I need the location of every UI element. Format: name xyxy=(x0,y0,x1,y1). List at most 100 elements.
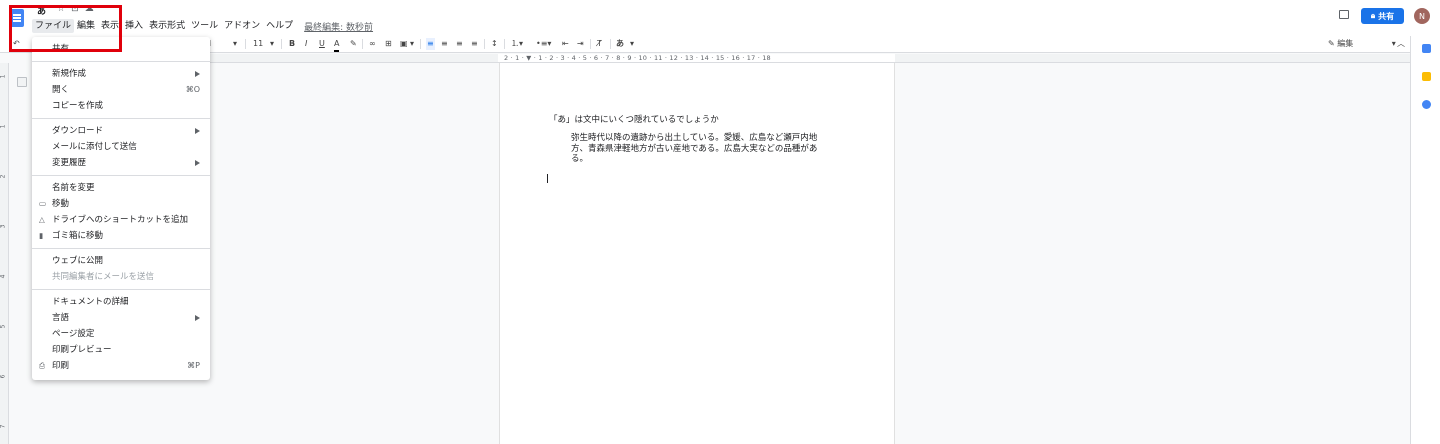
menu-divider xyxy=(32,289,210,290)
share-button[interactable]: 🔒︎ 共有 xyxy=(1361,8,1404,24)
file-menu-item-rename[interactable]: 名前を変更 xyxy=(32,181,210,195)
italic-button[interactable]: I xyxy=(305,38,307,50)
vertical-ruler[interactable]: 1 1 2 3 4 5 6 7 xyxy=(0,63,9,444)
chevron-down-icon[interactable]: ▾ xyxy=(410,38,414,50)
text-color-button[interactable]: A xyxy=(334,38,340,52)
share-label: 共有 xyxy=(1378,11,1395,21)
toolbar-divider xyxy=(281,39,282,49)
font-size-dropdown[interactable]: 11 xyxy=(253,38,263,50)
align-left-icon[interactable]: ≡ xyxy=(426,38,435,50)
drive-shortcut-icon: △ xyxy=(39,215,45,224)
line-spacing-icon[interactable]: ↕ xyxy=(491,38,498,50)
text-cursor xyxy=(547,174,548,183)
input-tools-button[interactable]: あ xyxy=(616,38,624,50)
submenu-arrow-icon xyxy=(195,71,200,77)
toolbar-divider xyxy=(504,39,505,49)
cloud-status-icon[interactable]: ☁ xyxy=(85,4,94,14)
menu-file[interactable]: ファイル xyxy=(32,19,75,33)
menu-tools[interactable]: ツール xyxy=(188,19,221,33)
document-heading[interactable]: 「あ」は文中にいくつ隠れているでしょうか xyxy=(549,113,719,125)
numbered-list-icon[interactable]: ⒈▾ xyxy=(511,38,523,50)
underline-button[interactable]: U xyxy=(319,38,325,50)
align-justify-icon[interactable]: ≡ xyxy=(471,38,478,50)
menu-addons[interactable]: アドオン xyxy=(221,19,263,33)
clear-formatting-icon[interactable]: T̸ xyxy=(597,38,602,50)
increase-indent-icon[interactable]: ⇥ xyxy=(577,38,584,50)
file-menu-item-add-shortcut[interactable]: △ ドライブへのショートカットを追加 xyxy=(32,213,210,227)
file-menu-item-open[interactable]: 開く ⌘O xyxy=(32,83,210,97)
horizontal-ruler[interactable]: 2 · 1 · ▼ · 1 · 2 · 3 · 4 · 5 · 6 · 7 · … xyxy=(210,54,1410,63)
menu-edit[interactable]: 編集 xyxy=(74,19,98,33)
menu-divider xyxy=(32,61,210,62)
submenu-arrow-icon xyxy=(195,315,200,321)
align-center-icon[interactable]: ≡ xyxy=(441,38,448,50)
menu-format[interactable]: 表示形式 xyxy=(146,19,188,33)
menu-bar: ファイル 編集 表示 挿入 表示形式 ツール アドオン ヘルプ 最終編集: 数秒… xyxy=(32,19,373,33)
trash-icon: ▮ xyxy=(39,231,44,240)
menu-divider xyxy=(32,118,210,119)
pencil-icon: ✎ xyxy=(1328,39,1335,48)
file-menu-dropdown: 共有 新規作成 開く ⌘O コピーを作成 ダウンロード メールに添付して送信 変更… xyxy=(32,37,210,380)
toolbar: ↶ al ▾ 11 ▾ B I U A ✎ ∞ ⊞ ▣ ▾ ≡ ≡ ≡ ≡ ↕ … xyxy=(0,36,1410,53)
file-menu-item-document-details[interactable]: ドキュメントの詳細 xyxy=(32,295,210,309)
file-menu-item-language[interactable]: 言語 xyxy=(32,311,210,325)
chevron-down-icon[interactable]: ▾ xyxy=(233,38,237,50)
menu-divider xyxy=(32,248,210,249)
document-title[interactable]: あ xyxy=(37,4,46,17)
collapse-menus-icon[interactable]: ︿ xyxy=(1397,38,1405,50)
menu-view[interactable]: 表示 xyxy=(98,19,122,33)
toolbar-divider xyxy=(610,39,611,49)
toolbar-divider xyxy=(420,39,421,49)
title-bar: あ ☆ ⊡ ☁ ファイル 編集 表示 挿入 表示形式 ツール アドオン ヘルプ … xyxy=(0,0,1440,36)
file-menu-item-publish-web[interactable]: ウェブに公開 xyxy=(32,254,210,268)
chevron-down-icon[interactable]: ▾ xyxy=(630,38,634,50)
move-folder-icon[interactable]: ⊡ xyxy=(71,4,79,14)
star-icon[interactable]: ☆ xyxy=(57,4,65,14)
highlight-pen-icon[interactable]: ✎ xyxy=(350,38,357,50)
align-right-icon[interactable]: ≡ xyxy=(456,38,463,50)
file-menu-item-version-history[interactable]: 変更履歴 xyxy=(32,156,210,170)
file-menu-item-move[interactable]: ▭ 移動 xyxy=(32,197,210,211)
tasks-icon[interactable] xyxy=(1422,100,1431,109)
bulleted-list-icon[interactable]: •≡▾ xyxy=(536,38,551,50)
file-menu-item-email-attachment[interactable]: メールに添付して送信 xyxy=(32,140,210,154)
file-menu-item-trash[interactable]: ▮ ゴミ箱に移動 xyxy=(32,229,210,243)
title-icons: ☆ ⊡ ☁ xyxy=(57,4,94,14)
document-paragraph[interactable]: 弥生時代以降の遺跡から出土している。愛媛、広島など瀬戸内地方、青森県津軽地方が古… xyxy=(571,133,833,165)
submenu-arrow-icon xyxy=(195,160,200,166)
chevron-down-icon[interactable]: ▾ xyxy=(270,38,274,50)
add-comment-icon[interactable]: ⊞ xyxy=(385,38,392,50)
decrease-indent-icon[interactable]: ⇤ xyxy=(562,38,569,50)
file-menu-item-print[interactable]: ⎙ 印刷 ⌘P xyxy=(32,359,210,373)
insert-image-icon[interactable]: ▣ xyxy=(400,38,408,50)
file-menu-item-print-preview[interactable]: 印刷プレビュー xyxy=(32,343,210,357)
document-outline-icon[interactable] xyxy=(17,77,27,87)
link-icon[interactable]: ∞ xyxy=(369,38,376,50)
docs-logo-icon[interactable] xyxy=(10,9,24,27)
file-menu-item-download[interactable]: ダウンロード xyxy=(32,124,210,138)
folder-move-icon: ▭ xyxy=(39,199,47,208)
last-edit-link[interactable]: 最終編集: 数秒前 xyxy=(304,20,373,33)
ruler-numbers: 2 · 1 · ▼ · 1 · 2 · 3 · 4 · 5 · 6 · 7 · … xyxy=(504,54,771,62)
undo-icon[interactable]: ↶ xyxy=(13,38,20,50)
menu-insert[interactable]: 挿入 xyxy=(122,19,146,33)
file-menu-item-email-collaborators: 共同編集者にメールを送信 xyxy=(52,272,155,282)
keep-icon[interactable] xyxy=(1422,72,1431,81)
file-menu-item-share[interactable]: 共有 xyxy=(32,42,210,56)
chevron-down-icon: ▾ xyxy=(1391,39,1396,48)
file-menu-item-make-copy[interactable]: コピーを作成 xyxy=(32,99,210,113)
bold-button[interactable]: B xyxy=(289,38,295,50)
file-menu-item-new[interactable]: 新規作成 xyxy=(32,67,210,81)
comment-history-icon[interactable] xyxy=(1339,10,1349,19)
calendar-icon[interactable] xyxy=(1422,44,1431,53)
side-panel xyxy=(1410,36,1440,444)
menu-help[interactable]: ヘルプ xyxy=(263,19,296,33)
toolbar-divider xyxy=(362,39,363,49)
print-icon: ⎙ xyxy=(39,361,45,370)
document-page[interactable]: 「あ」は文中にいくつ隠れているでしょうか 弥生時代以降の遺跡から出土している。愛… xyxy=(499,63,895,444)
editing-mode-label: 編集 xyxy=(1337,39,1354,48)
file-menu-item-page-setup[interactable]: ページ設定 xyxy=(32,327,210,341)
toolbar-divider xyxy=(484,39,485,49)
editing-mode-dropdown[interactable]: ✎ 編集 ▾ xyxy=(1328,38,1396,49)
avatar[interactable]: N xyxy=(1414,8,1430,24)
